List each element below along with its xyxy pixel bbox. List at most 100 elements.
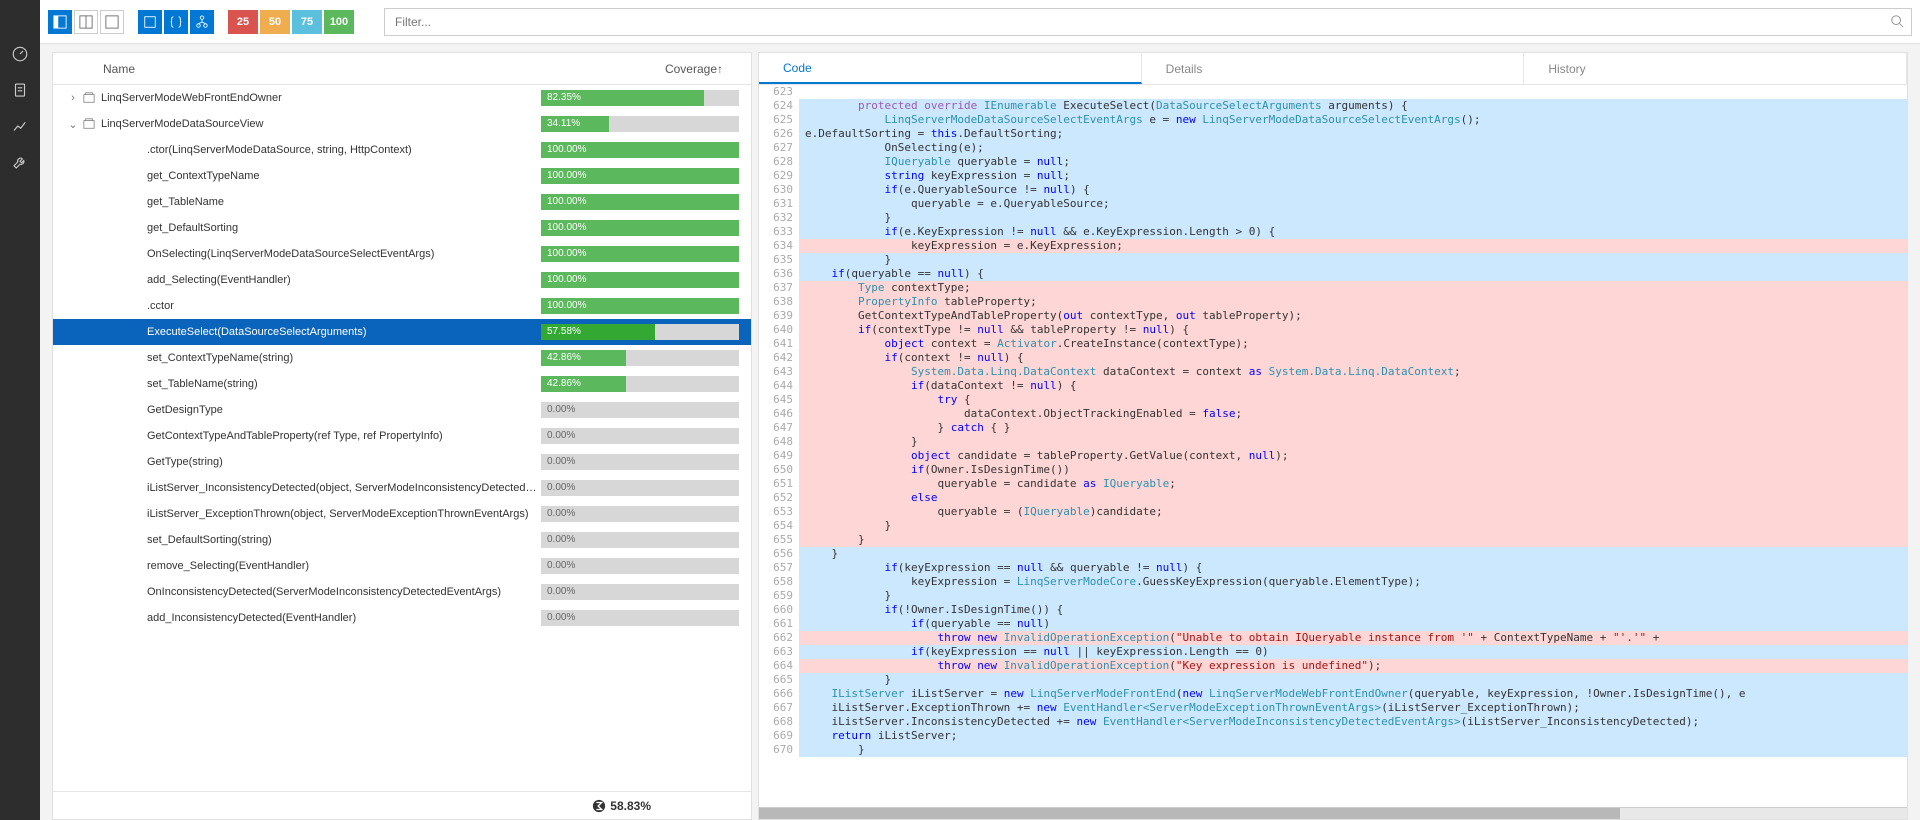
table-row[interactable]: iListServer_InconsistencyDetected(object… xyxy=(53,475,751,501)
coverage-tree-panel: Name Coverage↑ ›LinqServerModeWebFrontEn… xyxy=(52,52,752,820)
code-line: if(keyExpression == null && queryable !=… xyxy=(799,561,1907,575)
coverage-cell: 34.11% xyxy=(541,116,751,132)
coverage-cell: 100.00% xyxy=(541,142,751,158)
wrench-icon[interactable] xyxy=(0,144,40,180)
tab-details[interactable]: Details xyxy=(1142,53,1525,84)
code-line: } xyxy=(799,589,1907,603)
expander-icon[interactable]: ⌄ xyxy=(65,118,81,131)
table-row[interactable]: ›LinqServerModeWebFrontEndOwner82.35% xyxy=(53,85,751,111)
class-icon xyxy=(81,92,97,104)
item-name: iListServer_InconsistencyDetected(object… xyxy=(143,482,541,494)
column-coverage-header[interactable]: Coverage↑ xyxy=(541,62,751,76)
tab-history[interactable]: History xyxy=(1524,53,1907,84)
code-line: throw new InvalidOperationException("Una… xyxy=(799,631,1907,645)
coverage-cell: 42.86% xyxy=(541,376,751,392)
threshold-75-button[interactable]: 75 xyxy=(292,10,322,34)
code-viewer[interactable]: 6236246256266276286296306316326336346356… xyxy=(759,85,1907,807)
table-row[interactable]: ⌄ LinqServerModeDataSourceView34.11% xyxy=(53,111,751,137)
coverage-cell: 100.00% xyxy=(541,168,751,184)
code-line: IQueryable queryable = null; xyxy=(799,155,1907,169)
table-row[interactable]: iListServer_ExceptionThrown(object, Serv… xyxy=(53,501,751,527)
code-line: try { xyxy=(799,393,1907,407)
view-single-button[interactable] xyxy=(100,10,124,34)
coverage-cell: 100.00% xyxy=(541,246,751,262)
threshold-100-button[interactable]: 100 xyxy=(324,10,354,34)
table-row[interactable]: OnSelecting(LinqServerModeDataSourceSele… xyxy=(53,241,751,267)
hierarchy-button[interactable] xyxy=(190,10,214,34)
clipboard-icon[interactable] xyxy=(0,72,40,108)
filter-input[interactable] xyxy=(384,8,1912,36)
coverage-cell: 42.86% xyxy=(541,350,751,366)
coverage-tree-body[interactable]: ›LinqServerModeWebFrontEndOwner82.35% ⌄ Li… xyxy=(53,85,751,791)
code-line: } xyxy=(799,253,1907,267)
table-row[interactable]: add_Selecting(EventHandler)100.00% xyxy=(53,267,751,293)
table-row[interactable]: get_ContextTypeName100.00% xyxy=(53,163,751,189)
code-line: Type contextType; xyxy=(799,281,1907,295)
tab-code[interactable]: Code xyxy=(759,53,1142,84)
sidebar xyxy=(0,0,40,820)
gauge-icon[interactable] xyxy=(0,36,40,72)
table-row[interactable]: add_InconsistencyDetected(EventHandler)0… xyxy=(53,605,751,631)
item-name: LinqServerModeDataSourceView xyxy=(97,118,541,130)
table-row[interactable]: remove_Selecting(EventHandler)0.00% xyxy=(53,553,751,579)
table-row[interactable]: set_DefaultSorting(string)0.00% xyxy=(53,527,751,553)
code-line: e.DefaultSorting = this.DefaultSorting; xyxy=(799,127,1907,141)
column-name-header[interactable]: Name xyxy=(53,62,541,76)
item-name: set_DefaultSorting(string) xyxy=(143,534,541,546)
table-row[interactable]: GetDesignType0.00% xyxy=(53,397,751,423)
table-row[interactable]: OnInconsistencyDetected(ServerModeIncons… xyxy=(53,579,751,605)
item-name: .ctor(LinqServerModeDataSource, string, … xyxy=(143,144,541,156)
code-line: iListServer.InconsistencyDetected += new… xyxy=(799,715,1907,729)
table-row[interactable]: .ctor(LinqServerModeDataSource, string, … xyxy=(53,137,751,163)
code-line: if(queryable == null) xyxy=(799,617,1907,631)
toolbar: 25 50 75 100 xyxy=(40,0,1920,44)
table-row[interactable]: get_DefaultSorting100.00% xyxy=(53,215,751,241)
class-icon xyxy=(81,118,97,130)
view-grid-button[interactable] xyxy=(48,10,72,34)
item-name: GetDesignType xyxy=(143,404,541,416)
item-name: set_ContextTypeName(string) xyxy=(143,352,541,364)
code-line: } xyxy=(799,435,1907,449)
item-name: GetContextTypeAndTableProperty(ref Type,… xyxy=(143,430,541,442)
code-line: PropertyInfo tableProperty; xyxy=(799,295,1907,309)
item-name: OnSelecting(LinqServerModeDataSourceSele… xyxy=(143,248,541,260)
code-line: else xyxy=(799,491,1907,505)
code-line: dataContext.ObjectTrackingEnabled = fals… xyxy=(799,407,1907,421)
namespace-button[interactable] xyxy=(138,10,162,34)
code-line: keyExpression = LinqServerModeCore.Guess… xyxy=(799,575,1907,589)
item-name: remove_Selecting(EventHandler) xyxy=(143,560,541,572)
code-line: if(dataContext != null) { xyxy=(799,379,1907,393)
item-name: OnInconsistencyDetected(ServerModeIncons… xyxy=(143,586,541,598)
code-line: if(context != null) { xyxy=(799,351,1907,365)
coverage-cell: 0.00% xyxy=(541,532,751,548)
threshold-25-button[interactable]: 25 xyxy=(228,10,258,34)
expander-icon[interactable]: › xyxy=(65,92,81,104)
total-coverage-value: 58.83% xyxy=(610,799,651,813)
braces-button[interactable] xyxy=(164,10,188,34)
item-name: get_ContextTypeName xyxy=(143,170,541,182)
code-line: if(e.QueryableSource != null) { xyxy=(799,183,1907,197)
sigma-icon xyxy=(592,799,606,813)
coverage-cell: 57.58% xyxy=(541,324,751,340)
table-row[interactable]: get_TableName100.00% xyxy=(53,189,751,215)
item-name: add_InconsistencyDetected(EventHandler) xyxy=(143,612,541,624)
code-line: } xyxy=(799,673,1907,687)
code-line: if(Owner.IsDesignTime()) xyxy=(799,463,1907,477)
item-name: ExecuteSelect(DataSourceSelectArguments) xyxy=(143,326,541,338)
code-line xyxy=(799,85,1907,99)
chart-icon[interactable] xyxy=(0,108,40,144)
table-row[interactable]: GetContextTypeAndTableProperty(ref Type,… xyxy=(53,423,751,449)
view-split-button[interactable] xyxy=(74,10,98,34)
table-row[interactable]: .cctor100.00% xyxy=(53,293,751,319)
code-line: object candidate = tableProperty.GetValu… xyxy=(799,449,1907,463)
code-line: } xyxy=(799,533,1907,547)
threshold-50-button[interactable]: 50 xyxy=(260,10,290,34)
search-icon[interactable] xyxy=(1890,14,1904,28)
code-line: queryable = candidate as IQueryable; xyxy=(799,477,1907,491)
table-row[interactable]: set_ContextTypeName(string)42.86% xyxy=(53,345,751,371)
table-row[interactable]: ExecuteSelect(DataSourceSelectArguments)… xyxy=(53,319,751,345)
code-line: } xyxy=(799,743,1907,757)
horizontal-scrollbar[interactable] xyxy=(759,807,1907,819)
table-row[interactable]: set_TableName(string)42.86% xyxy=(53,371,751,397)
table-row[interactable]: GetType(string)0.00% xyxy=(53,449,751,475)
